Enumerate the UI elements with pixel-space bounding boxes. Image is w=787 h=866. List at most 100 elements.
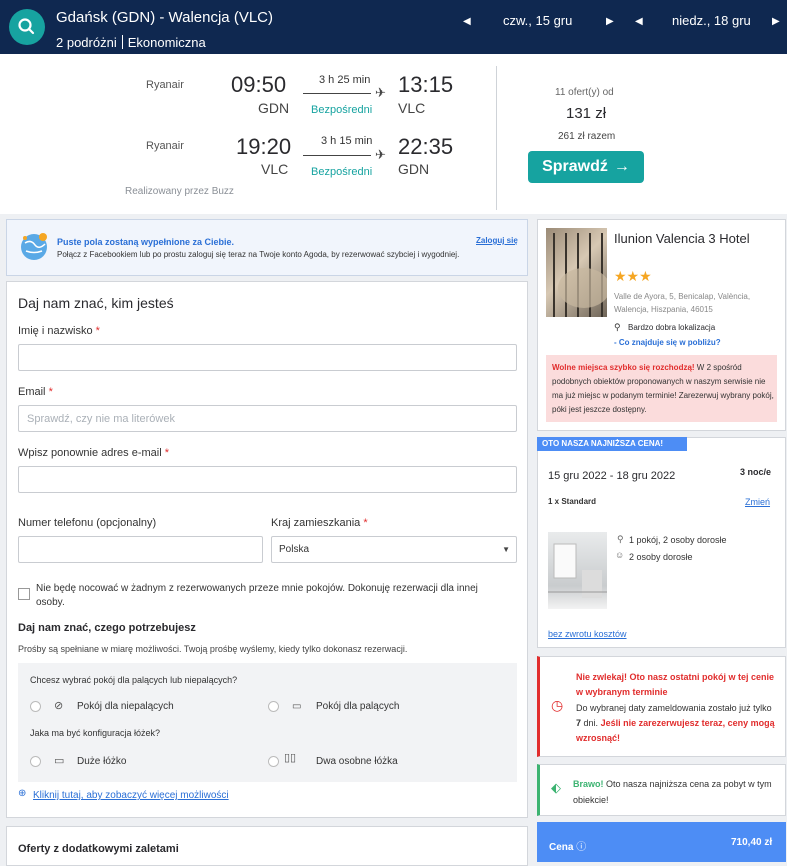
nearby-link[interactable]: - Co znajduje się w pobliżu?	[614, 338, 721, 347]
required-mark: *	[164, 447, 170, 459]
form-heading: Daj nam znać, kim jesteś	[18, 295, 174, 311]
cabin-class: Ekonomiczna	[127, 35, 206, 50]
country-select[interactable]: Polska ▼	[271, 536, 517, 563]
top-bar: Gdańsk (GDN) - Walencja (VLC) 2 podróżni…	[0, 0, 787, 54]
clock-icon: ◷	[551, 697, 564, 713]
departure-airport: GDN	[258, 100, 290, 116]
airline: Ryanair	[146, 79, 184, 91]
operated-by: Realizowany przez Buzz	[125, 186, 234, 197]
star-rating: ★★★	[614, 268, 652, 284]
arrival-airport: VLC	[398, 100, 426, 116]
nights: 3 noc/e	[740, 467, 772, 477]
route-title[interactable]: Gdańsk (GDN) - Walencja (VLC)	[56, 9, 273, 26]
urgency-title: Nie zwlekaj! Oto nasz ostatni pokój w te…	[576, 672, 775, 697]
change-link[interactable]: Zmień	[745, 497, 770, 507]
banner-title: Puste pola zostaną wypełnione za Ciebie.	[57, 237, 235, 247]
price-value: 710,40 zł	[731, 837, 773, 848]
check-button[interactable]: Sprawdź →	[528, 151, 644, 183]
depart-date[interactable]: czw., 15 gru	[503, 13, 572, 28]
refund-policy-link[interactable]: bez zwrotu kosztów	[548, 629, 627, 639]
prev-return-date-icon[interactable]: ◀	[635, 16, 643, 27]
flight-line	[303, 155, 371, 156]
room-photo[interactable]	[548, 532, 607, 609]
arrow-right-icon: →	[613, 158, 630, 175]
prev-depart-date-icon[interactable]: ◀	[463, 16, 471, 27]
airline: Ryanair	[146, 140, 184, 152]
social-login-banner	[6, 219, 528, 276]
flight-duration: 3 h 25 min	[319, 74, 371, 86]
price-label: Cena ⓘ	[549, 838, 586, 853]
required-mark: *	[363, 517, 368, 529]
email-confirm-input[interactable]	[18, 466, 517, 493]
smoking-radio[interactable]	[268, 701, 279, 712]
tag-icon: ⬖	[551, 780, 561, 795]
email-label-text: Email	[18, 386, 46, 398]
offer-price: 131 zł	[566, 105, 607, 122]
other-guest-checkbox[interactable]	[18, 588, 30, 600]
flight-line	[303, 93, 371, 94]
arrival-time: 22:35	[398, 134, 454, 159]
stay-dates: 15 gru 2022 - 18 gru 2022	[548, 470, 676, 482]
room-icon: ⚲	[617, 534, 624, 544]
needs-heading: Daj nam znać, czego potrzebujesz	[18, 622, 196, 634]
needs-subtitle: Prośby są spełniane w miarę możliwości. …	[18, 644, 408, 654]
next-depart-date-icon[interactable]: ▶	[606, 16, 614, 27]
email-label: Email *	[18, 386, 53, 398]
departure-time: 19:20	[236, 134, 292, 159]
hotel-name[interactable]: Ilunion Valencia 3 Hotel	[614, 229, 764, 249]
name-input[interactable]	[18, 344, 517, 371]
info-icon[interactable]: ⓘ	[576, 842, 586, 853]
country-value: Polska	[279, 544, 310, 555]
twin-beds-radio[interactable]	[268, 756, 279, 767]
plus-circle-icon[interactable]: ⊕	[18, 788, 26, 799]
arrival-airport: GDN	[398, 161, 430, 177]
lowest-price-badge: OTO NASZA NAJNIŻSZA CENA!	[537, 437, 687, 451]
no-smoking-icon: ⊘	[54, 700, 64, 712]
urgency-text-1: Do wybranej daty zameldowania zostało ju…	[576, 703, 772, 713]
bed-question: Jaka ma być konfiguracja łóżek?	[30, 728, 161, 738]
arrival-time: 13:15	[398, 72, 454, 97]
email-confirm-label-text: Wpisz ponownie adres e-mail	[18, 447, 162, 459]
name-label: Imię i nazwisko *	[18, 325, 100, 337]
non-smoking-label: Pokój dla niepalących	[77, 701, 174, 712]
more-options-link[interactable]: Kliknij tutaj, aby zobaczyć więcej możli…	[33, 790, 229, 801]
flight-type: Bezpośredni	[311, 104, 373, 116]
hotel-photo[interactable]	[546, 228, 607, 317]
smoking-icon: ▭	[292, 701, 302, 712]
login-link[interactable]: Zaloguj się	[476, 236, 518, 245]
urgency-text: Do wybranej daty zameldowania zostało ju…	[576, 701, 776, 746]
location-score: Bardzo dobra lokalizacja	[628, 323, 716, 332]
offer-total: 261 zł razem	[558, 131, 616, 142]
bravo-text: Brawo! Oto nasza najniższa cena za pobyt…	[573, 776, 778, 808]
travelers: 2 podróżni	[56, 35, 117, 50]
search-icon[interactable]	[9, 9, 45, 45]
extras-heading: Oferty z dodatkowymi zaletami	[18, 843, 179, 855]
next-return-date-icon[interactable]: ▶	[772, 16, 780, 27]
departure-airport: VLC	[261, 161, 289, 177]
room-type: 1 x Standard	[548, 497, 597, 506]
urgency-days: 7	[576, 718, 582, 728]
urgency-text-2: dni.	[583, 718, 599, 728]
non-smoking-radio[interactable]	[30, 701, 41, 712]
people-icon: ☺	[615, 550, 625, 560]
plane-icon: ✈	[375, 85, 386, 100]
trip-details[interactable]: 2 podróżni Ekonomiczna	[56, 35, 206, 50]
occupancy: 1 pokój, 2 osoby dorosłe	[629, 535, 727, 545]
availability-alert-title: Wolne miejsca szybko się rozchodzą!	[552, 363, 695, 372]
smoking-label: Pokój dla palących	[316, 701, 400, 712]
email-input[interactable]: Sprawdź, czy nie ma literówek	[18, 405, 517, 432]
twin-beds-label: Dwa osobne łóżka	[316, 756, 398, 767]
globe-icon	[17, 229, 51, 263]
large-bed-radio[interactable]	[30, 756, 41, 767]
return-date[interactable]: niedz., 18 gru	[672, 13, 751, 28]
phone-input[interactable]	[18, 536, 263, 563]
departure-time: 09:50	[231, 72, 287, 97]
banner-text: Połącz z Facebookiem lub po prostu zalog…	[57, 250, 460, 259]
email-placeholder: Sprawdź, czy nie ma literówek	[27, 413, 175, 425]
divider	[496, 66, 497, 210]
location-pin-icon: ⚲	[614, 322, 621, 332]
hotel-address: Valle de Ayora, 5, Benicalap, València, …	[614, 292, 751, 314]
smoking-question: Chcesz wybrać pokój dla palących lub nie…	[30, 675, 238, 685]
chevron-down-icon: ▼	[502, 545, 510, 554]
phone-label: Numer telefonu (opcjonalny)	[18, 517, 157, 529]
